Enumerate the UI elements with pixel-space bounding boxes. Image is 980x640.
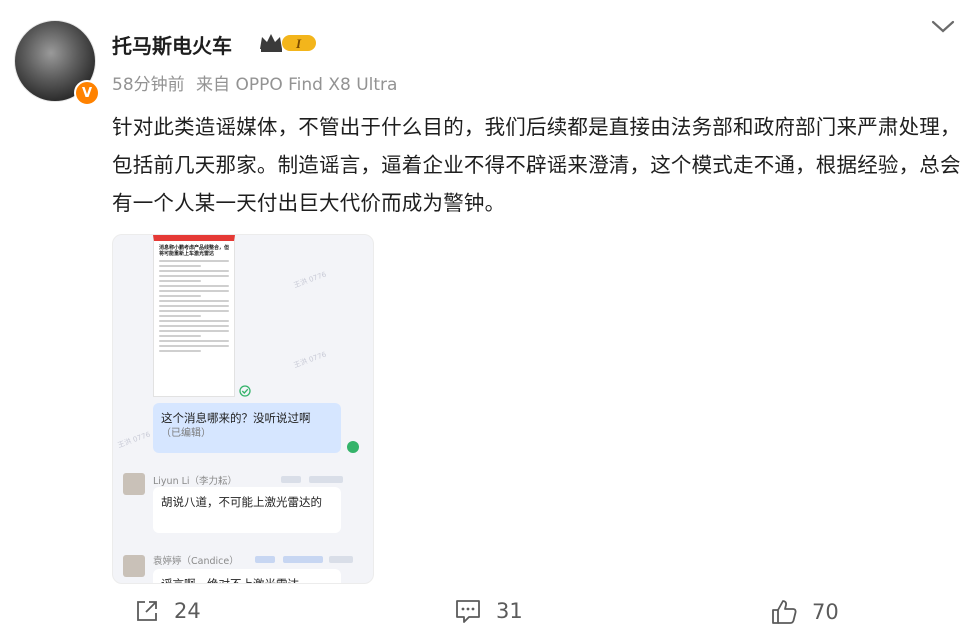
article-title: 消息称小鹏考虑产品线整合，但将可能重新上车激光雷达 (159, 245, 230, 257)
blurred-text (309, 476, 343, 483)
post-meta: 58分钟前 来自 OPPO Find X8 Ultra (112, 70, 403, 95)
text-line (159, 310, 229, 312)
blurred-text (283, 556, 323, 563)
chevron-down-icon[interactable] (930, 18, 956, 36)
avatar (123, 555, 145, 577)
text-line (159, 320, 229, 322)
like-icon (772, 600, 797, 624)
text-line (159, 315, 201, 317)
text-line (159, 270, 229, 272)
repost-button[interactable]: 24 (134, 598, 201, 624)
text-line (159, 285, 229, 287)
text-line (159, 260, 229, 262)
sender-name: Liyun Li（李力耘） (153, 476, 238, 487)
avatar-container[interactable]: V (14, 20, 100, 106)
text-line (159, 335, 201, 337)
vip-level: I (295, 36, 302, 51)
sender-name: 袁婷婷（Candice） (153, 556, 239, 567)
text-line (159, 290, 229, 292)
post-text: 针对此类造谣媒体，不管出于什么目的，我们后续都是直接由法务部和政府部门来严肃处理… (112, 115, 961, 215)
text-line (159, 350, 201, 352)
post-image[interactable]: 王洪 0776 王洪 0776 王洪 0776 消息称小鹏考虑产品线整合，但将可… (112, 234, 374, 584)
text-line (159, 275, 229, 277)
edited-label: （已编辑） (161, 428, 211, 439)
read-check-icon (239, 385, 251, 397)
message-text: 这个消息哪来的？没听说过啊 (161, 411, 311, 425)
repost-icon (137, 601, 157, 621)
avatar (123, 473, 145, 495)
comment-count: 31 (496, 599, 523, 623)
text-line (159, 305, 229, 307)
watermark: 王洪 0776 (292, 270, 328, 290)
chat-bubble: 胡说八道，不可能上激光雷达的 (153, 487, 341, 533)
blurred-text (255, 556, 275, 563)
like-count: 70 (812, 600, 839, 624)
verified-badge: V (74, 80, 100, 106)
text-line (159, 345, 229, 347)
post-source: 来自 OPPO Find X8 Ultra (196, 75, 398, 95)
watermark: 王洪 0776 (292, 350, 328, 370)
text-line (159, 265, 201, 267)
crown-icon[interactable]: I (258, 31, 320, 55)
chat-bubble: 谣言啊，绝对不上激光雷达 (153, 569, 341, 583)
chat-bubble-own: 这个消息哪来的？没听说过啊 （已编辑） (153, 403, 341, 453)
action-bar: 24 31 70 (0, 598, 980, 632)
username[interactable]: 托马斯电火车 (112, 30, 232, 59)
text-line (159, 280, 201, 282)
blurred-text (329, 556, 353, 563)
text-line (159, 295, 201, 297)
comment-icon (456, 600, 480, 623)
text-line (159, 300, 229, 302)
text-line (159, 330, 229, 332)
comment-button[interactable]: 31 (454, 598, 523, 624)
blurred-text (281, 476, 301, 483)
text-line (159, 340, 229, 342)
article-thumbnail: 消息称小鹏考虑产品线整合，但将可能重新上车激光雷达 (153, 235, 235, 397)
watermark: 王洪 0776 (116, 430, 152, 450)
read-check-icon (347, 441, 359, 453)
like-button[interactable]: 70 (770, 598, 839, 626)
text-line (159, 325, 229, 327)
repost-count: 24 (174, 599, 201, 623)
post-time: 58分钟前 (112, 75, 185, 95)
